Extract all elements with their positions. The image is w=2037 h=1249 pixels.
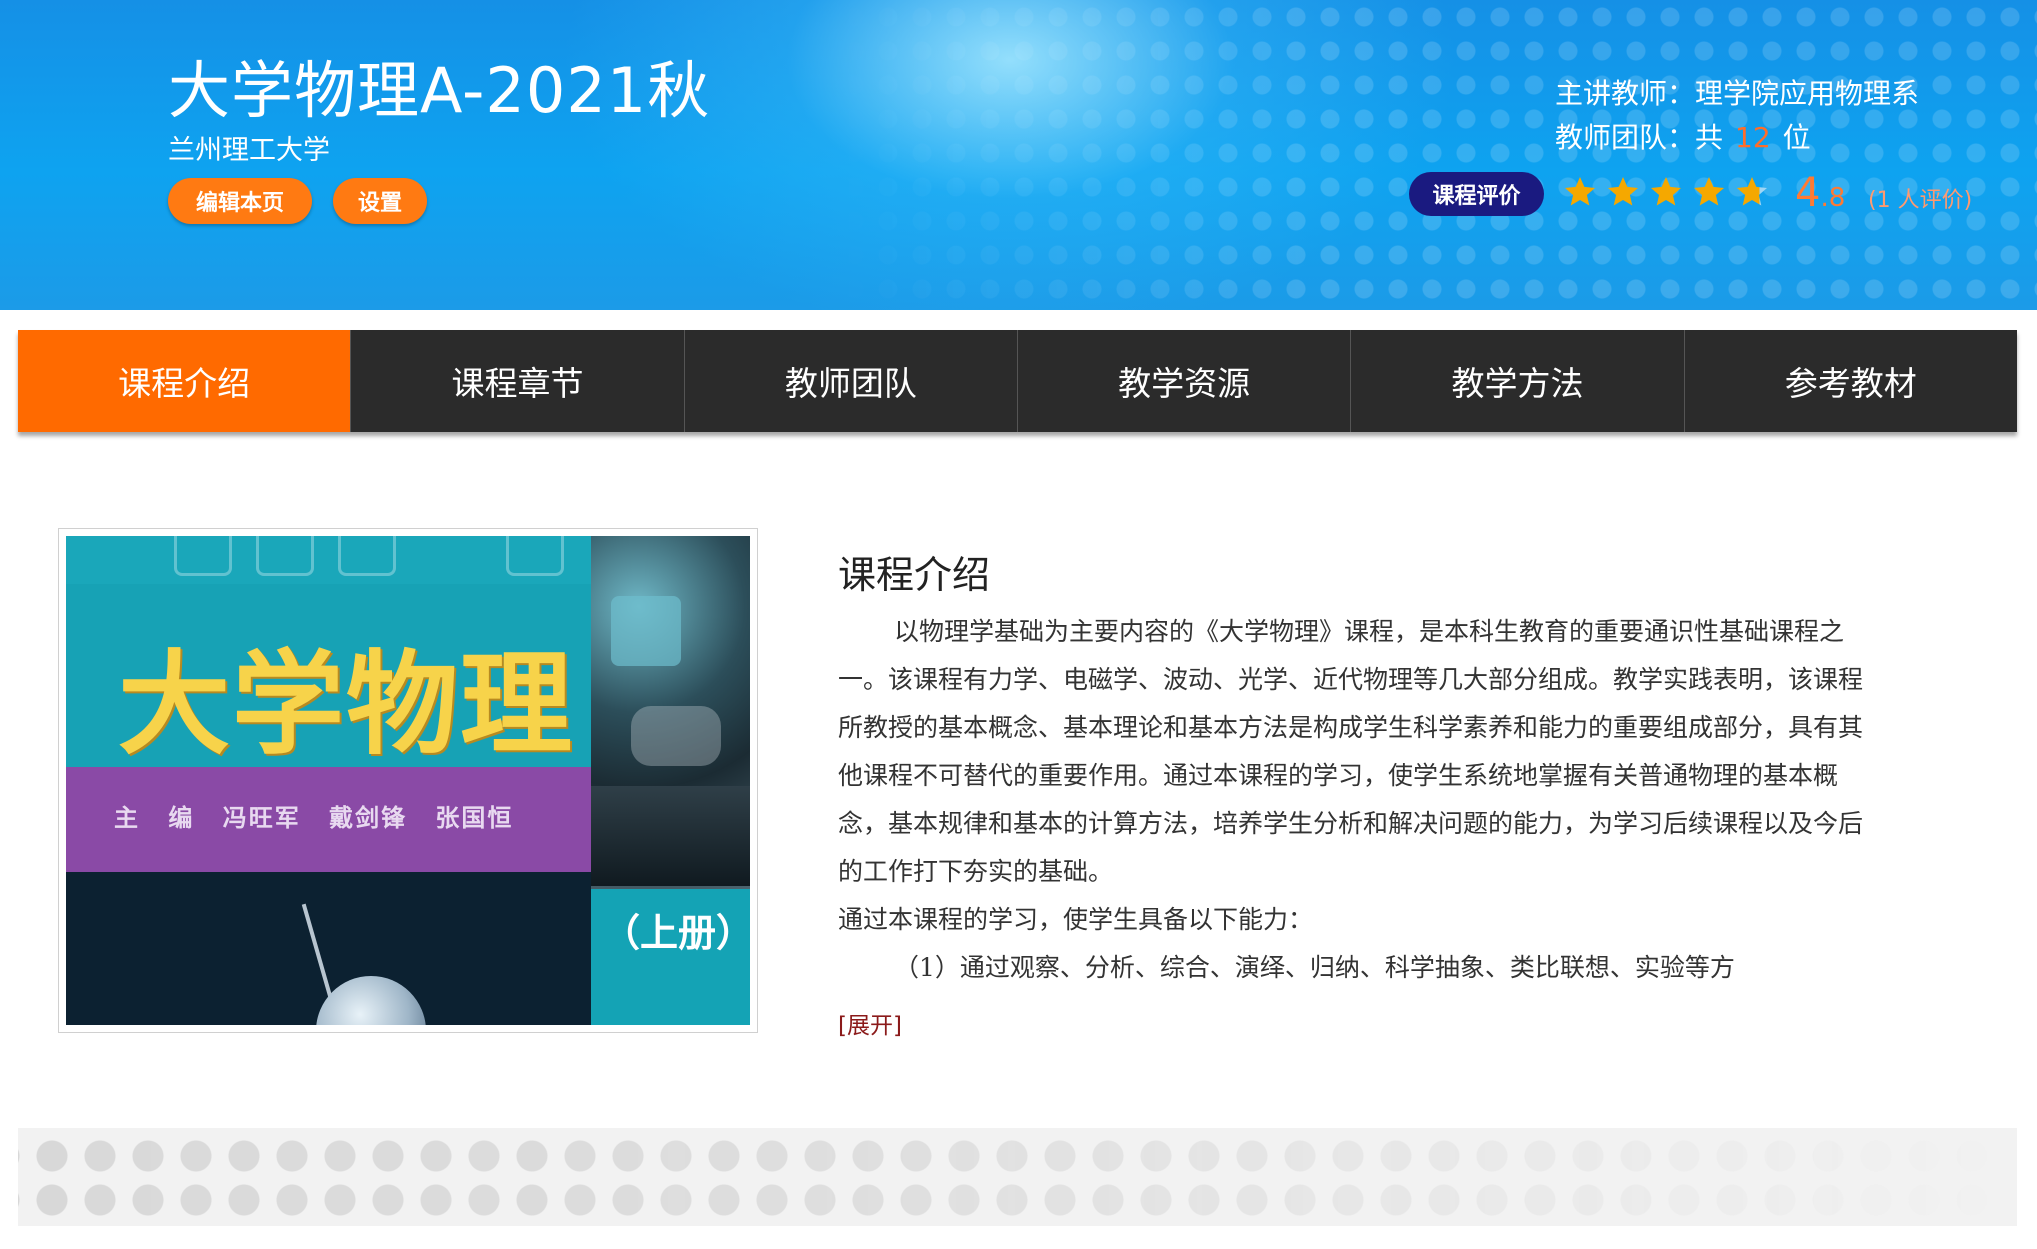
star-icon [1694, 177, 1724, 206]
footer-banner [18, 1128, 2017, 1226]
star-icon [1651, 177, 1681, 206]
lead-teacher-name[interactable]: 理学院应用物理系 [1695, 77, 1919, 110]
tab-teaching-resources[interactable]: 教学资源 [1016, 330, 1350, 432]
teacher-team-line: 教师团队：共 12 位 [1555, 116, 1811, 156]
team-count: 12 [1735, 121, 1771, 154]
intro-paragraph: （1）通过观察、分析、综合、演绎、归纳、科学抽象、类比联想、实验等方 [894, 953, 1735, 982]
score-integer: 4 [1795, 170, 1821, 216]
cover-photo-panel [591, 536, 750, 889]
tab-course-chapters[interactable]: 课程章节 [350, 330, 683, 432]
intro-body: 以物理学基础为主要内容的《大学物理》课程，是本科生教育的重要通识性基础课程之一。… [838, 608, 1878, 992]
cover-editors: 主 编 冯旺军 戴剑锋 张国恒 [114, 803, 514, 832]
settings-button[interactable]: 设置 [333, 178, 427, 224]
school-name: 兰州理工大学 [168, 135, 330, 166]
team-suffix: 位 [1782, 121, 1811, 154]
lead-teacher-line: 主讲教师：理学院应用物理系 [1555, 72, 1919, 112]
star-icon [1565, 177, 1595, 206]
course-cover-frame: 大学物理 主 编 冯旺军 戴剑锋 张国恒 （上册） [58, 528, 758, 1033]
main-nav: 课程介绍 课程章节 教师团队 教学资源 教学方法 参考教材 [18, 330, 2017, 432]
expand-link[interactable]: [展开] [838, 1006, 902, 1040]
rating-stars [1562, 174, 1770, 210]
rater-count: (1 人评价) [1868, 188, 1973, 213]
page-root: 大学物理A-2021秋 兰州理工大学 编辑本页 设置 主讲教师：理学院应用物理系… [0, 0, 2037, 1249]
rating-score: 4.8 [1795, 170, 1845, 216]
intro-paragraph: 通过本课程的学习，使学生具备以下能力： [838, 905, 1314, 934]
header-banner: 大学物理A-2021秋 兰州理工大学 编辑本页 设置 主讲教师：理学院应用物理系… [0, 0, 2037, 380]
intro-paragraph: 以物理学基础为主要内容的《大学物理》课程，是本科生教育的重要通识性基础课程之一。… [838, 617, 1864, 886]
intro-heading: 课程介绍 [838, 553, 991, 597]
lead-teacher-prefix: 主讲教师： [1555, 77, 1696, 110]
team-prefix: 教师团队：共 [1555, 121, 1724, 154]
star-icon [1608, 177, 1638, 206]
tab-teacher-team[interactable]: 教师团队 [683, 330, 1017, 432]
tab-teaching-methods[interactable]: 教学方法 [1350, 330, 1683, 432]
cover-title: 大学物理 [118, 639, 574, 770]
course-rating-button[interactable]: 课程评价 [1409, 172, 1544, 216]
cover-volume: （上册） [602, 910, 750, 955]
half-star-icon [1737, 177, 1767, 206]
score-decimal: .8 [1820, 183, 1846, 213]
edit-page-button[interactable]: 编辑本页 [168, 178, 312, 224]
tab-reference-textbooks[interactable]: 参考教材 [1683, 330, 2017, 432]
course-title: 大学物理A-2021秋 [168, 54, 711, 127]
tab-course-intro[interactable]: 课程介绍 [18, 330, 351, 432]
course-cover-image: 大学物理 主 编 冯旺军 戴剑锋 张国恒 （上册） [66, 536, 750, 1025]
